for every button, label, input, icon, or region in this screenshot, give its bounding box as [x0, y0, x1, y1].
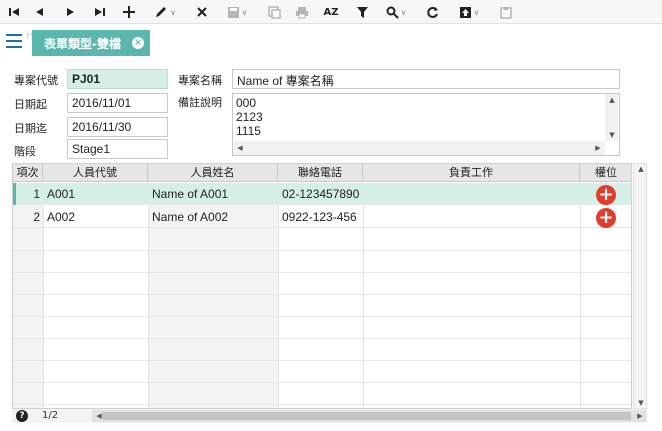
- first-record-button[interactable]: [6, 2, 22, 22]
- remark-label: 備註說明: [178, 96, 222, 109]
- table-row[interactable]: 1 A001 Name of A001 02-123457890 +: [13, 183, 631, 205]
- col-task[interactable]: 負責工作: [363, 164, 580, 182]
- last-record-button[interactable]: [92, 2, 108, 22]
- remark-line: 000: [236, 96, 257, 110]
- scroll-thumb[interactable]: [102, 412, 631, 420]
- project-name-label: 專案名稱: [178, 74, 222, 87]
- add-permission-button[interactable]: +: [596, 208, 616, 228]
- cell-seq: 2: [33, 210, 40, 224]
- project-code-field[interactable]: PJ01: [67, 69, 168, 89]
- grid-header: 項次 人員代號 人員姓名 聯絡電話 負責工作 權位: [13, 164, 631, 182]
- plus-icon: +: [598, 207, 614, 228]
- scroll-up-icon[interactable]: ▲: [634, 165, 648, 173]
- cell-seq: 1: [33, 187, 40, 201]
- prev-record-button[interactable]: [32, 2, 48, 22]
- tab-form-type-double[interactable]: 表單類型-雙檔 ×: [32, 30, 150, 56]
- scroll-down-icon[interactable]: ▼: [605, 131, 619, 139]
- save-button[interactable]: ∨: [222, 2, 252, 22]
- filter-button[interactable]: [354, 2, 370, 22]
- chevron-down-icon: ∨: [400, 7, 407, 17]
- add-permission-button[interactable]: +: [596, 185, 616, 205]
- grid-hscroll[interactable]: ◀ ▶: [92, 410, 647, 422]
- scroll-left-icon[interactable]: ◀: [233, 144, 247, 152]
- remark-hscroll[interactable]: ◀ ▶: [233, 141, 605, 155]
- copy-icon: [267, 5, 281, 19]
- help-icon[interactable]: ?: [16, 410, 28, 422]
- grid-vscroll[interactable]: ▲ ▼: [633, 163, 647, 409]
- edit-icon: [156, 7, 167, 17]
- export-button[interactable]: ∨: [454, 2, 484, 22]
- remark-line: 1115: [236, 124, 261, 138]
- cell-task[interactable]: [363, 183, 580, 205]
- pager-label: 1/2: [42, 410, 59, 421]
- project-code-label: 專案代號: [14, 74, 58, 87]
- remark-vscroll[interactable]: ▲ ▼: [605, 94, 619, 141]
- remark-line: 2123: [236, 110, 263, 124]
- print-button[interactable]: [294, 2, 310, 22]
- next-icon: [67, 8, 74, 16]
- first-icon: [9, 8, 19, 16]
- detail-grid: 項次 人員代號 人員姓名 聯絡電話 負責工作 權位 1 A001 Name of…: [12, 163, 632, 409]
- add-icon: [123, 6, 135, 18]
- cell-member-code[interactable]: A002: [43, 206, 148, 228]
- save-icon: [227, 6, 239, 18]
- sort-button[interactable]: AZ: [322, 2, 340, 22]
- date-to-label: 日期迄: [14, 122, 47, 135]
- col-seq[interactable]: 項次: [13, 164, 43, 182]
- cell-task[interactable]: [363, 206, 580, 228]
- copy-button[interactable]: [266, 2, 282, 22]
- date-from-label: 日期起: [14, 98, 47, 111]
- sort-icon: AZ: [323, 6, 339, 18]
- chevron-down-icon: ∨: [241, 7, 248, 17]
- plus-icon: +: [598, 184, 614, 205]
- stage-field[interactable]: Stage1: [67, 139, 168, 159]
- clipboard-button[interactable]: [498, 2, 514, 22]
- refresh-icon: [426, 6, 438, 18]
- project-name-field[interactable]: Name of 專案名稱: [232, 69, 620, 89]
- add-button[interactable]: [120, 2, 138, 22]
- refresh-button[interactable]: [424, 2, 440, 22]
- tab-label: 表單類型-雙檔: [44, 36, 121, 51]
- print-icon: [296, 6, 308, 18]
- export-icon: [459, 6, 471, 18]
- col-member-code[interactable]: 人員代號: [43, 164, 148, 182]
- table-row[interactable]: 2 A002 Name of A002 0922-123-456 +: [13, 206, 631, 228]
- close-icon[interactable]: ×: [132, 37, 144, 49]
- menu-icon[interactable]: [6, 34, 22, 48]
- grid-footer: ? 1/2 ◀ ▶: [12, 409, 647, 423]
- delete-button[interactable]: [194, 2, 210, 22]
- remark-textarea[interactable]: 000 2123 1115 ▲ ▼ ◀ ▶: [232, 93, 620, 156]
- toolbar: ∨ ∨ AZ ∨ ∨: [0, 0, 662, 24]
- edit-button[interactable]: ∨: [150, 2, 180, 22]
- remark-text: 000 2123 1115: [236, 96, 263, 138]
- chevron-down-icon: ∨: [473, 7, 480, 17]
- cell-phone[interactable]: 02-123457890: [278, 183, 363, 205]
- scroll-right-icon[interactable]: ▶: [633, 412, 647, 420]
- stage-label: 階段: [14, 145, 36, 158]
- prev-icon: [36, 8, 43, 16]
- cell-member-code[interactable]: A001: [43, 183, 148, 205]
- search-icon: [386, 6, 399, 19]
- clipboard-icon: [500, 6, 512, 19]
- cell-member-name[interactable]: Name of A002: [148, 206, 278, 228]
- cell-member-name[interactable]: Name of A001: [148, 183, 278, 205]
- scroll-up-icon[interactable]: ▲: [605, 96, 619, 104]
- date-from-field[interactable]: 2016/11/01: [67, 93, 168, 113]
- scroll-right-icon[interactable]: ▶: [591, 144, 605, 152]
- scroll-down-icon[interactable]: ▼: [634, 399, 648, 407]
- delete-icon: [197, 7, 207, 17]
- filter-icon: [356, 6, 368, 18]
- last-icon: [95, 8, 105, 16]
- search-button[interactable]: ∨: [382, 2, 410, 22]
- col-member-name[interactable]: 人員姓名: [148, 164, 278, 182]
- col-permission[interactable]: 權位: [580, 164, 631, 182]
- col-phone[interactable]: 聯絡電話: [278, 164, 363, 182]
- chevron-down-icon: ∨: [170, 7, 176, 17]
- cell-phone[interactable]: 0922-123-456: [278, 206, 363, 228]
- next-record-button[interactable]: [62, 2, 78, 22]
- date-to-field[interactable]: 2016/11/30: [67, 117, 168, 137]
- tab-strip: Home 表單類型-雙檔 ×: [0, 26, 662, 58]
